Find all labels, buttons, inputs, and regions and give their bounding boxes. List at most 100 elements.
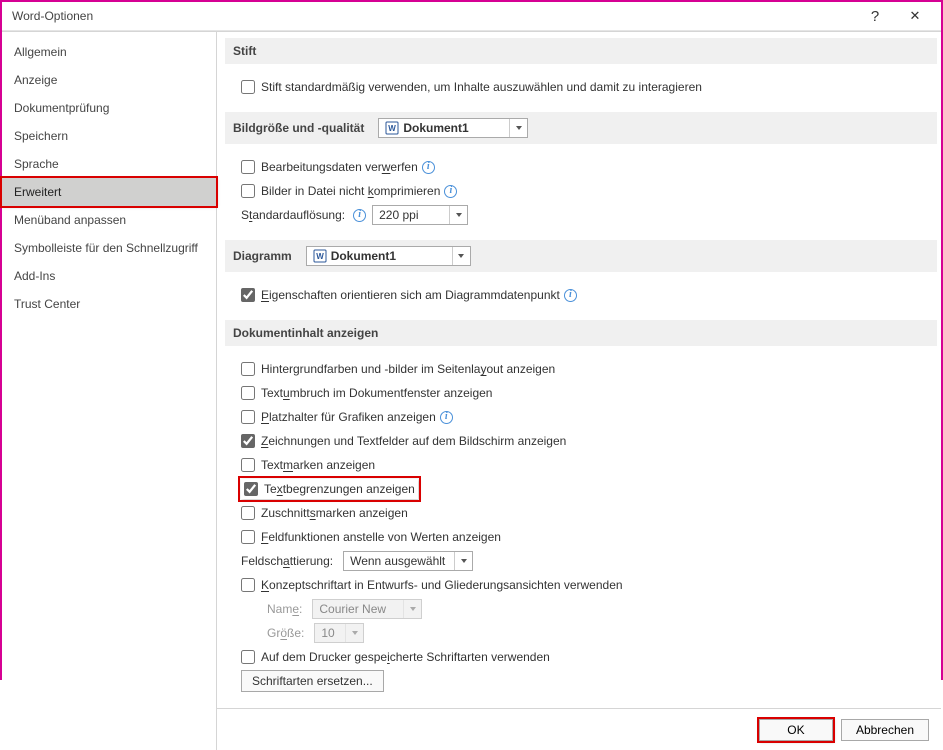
svg-text:W: W xyxy=(389,124,397,133)
checkbox-chart-props-label: Eigenschaften orientieren sich am Diagra… xyxy=(261,288,560,302)
close-button[interactable]: ✕ xyxy=(895,2,935,30)
section-bild-body: Bearbeitungsdaten verwerfen i Bilder in … xyxy=(225,144,937,238)
checkbox-draftfont[interactable]: Konzeptschriftart in Entwurfs- und Glied… xyxy=(241,578,623,592)
sidebar-item-erweitert[interactable]: Erweitert xyxy=(2,178,216,206)
checkbox-no-compress[interactable]: Bilder in Datei nicht komprimieren xyxy=(241,184,440,198)
chart-target-doc-select[interactable]: W Dokument1 xyxy=(306,246,471,266)
checkbox-fieldcodes-label: Feldfunktionen anstelle von Werten anzei… xyxy=(261,530,501,544)
fontsize-label: Größe: xyxy=(267,626,304,640)
sidebar-item-sprache[interactable]: Sprache xyxy=(2,150,216,178)
chevron-down-icon xyxy=(403,600,421,618)
help-button[interactable]: ? xyxy=(855,2,895,30)
dialog-footer: OK Abbrechen xyxy=(217,708,941,750)
info-icon[interactable]: i xyxy=(422,161,435,174)
chevron-down-icon xyxy=(454,552,472,570)
checkbox-bookmarks-label: Textmarken anzeigen xyxy=(261,458,375,472)
chevron-down-icon xyxy=(345,624,363,642)
section-dokinhalt-body: Hintergrundfarben und -bilder im Seitenl… xyxy=(225,346,937,704)
section-dokinhalt-header: Dokumentinhalt anzeigen xyxy=(225,320,937,346)
checkbox-use-pen[interactable]: Stift standardmäßig verwenden, um Inhalt… xyxy=(241,80,702,94)
checkbox-draftfont-input[interactable] xyxy=(241,578,255,592)
checkbox-wrap-input[interactable] xyxy=(241,386,255,400)
sidebar-item-dokumentpruefung[interactable]: Dokumentprüfung xyxy=(2,94,216,122)
section-bild-title: Bildgröße und -qualität xyxy=(233,121,364,135)
checkbox-fieldcodes[interactable]: Feldfunktionen anstelle von Werten anzei… xyxy=(241,530,501,544)
checkbox-bookmarks[interactable]: Textmarken anzeigen xyxy=(241,458,375,472)
fontsize-select: 10 xyxy=(314,623,364,643)
resolution-label: Standardauflösung: xyxy=(241,208,345,222)
checkbox-wrap[interactable]: Textumbruch im Dokumentfenster anzeigen xyxy=(241,386,492,400)
chevron-down-icon xyxy=(452,247,470,265)
checkbox-use-pen-input[interactable] xyxy=(241,80,255,94)
checkbox-cropmarks[interactable]: Zuschnittsmarken anzeigen xyxy=(241,506,408,520)
sidebar-item-trustcenter[interactable]: Trust Center xyxy=(2,290,216,318)
checkbox-no-compress-input[interactable] xyxy=(241,184,255,198)
window-title: Word-Optionen xyxy=(12,9,855,23)
replace-fonts-button[interactable]: Schriftarten ersetzen... xyxy=(241,670,384,692)
checkbox-printerfonts-input[interactable] xyxy=(241,650,255,664)
checkbox-bookmarks-input[interactable] xyxy=(241,458,255,472)
section-bild-header: Bildgröße und -qualität W Dokument1 xyxy=(225,112,937,144)
checkbox-fieldcodes-input[interactable] xyxy=(241,530,255,544)
checkbox-drawings-label: Zeichnungen und Textfelder auf dem Bilds… xyxy=(261,434,566,448)
ok-button[interactable]: OK xyxy=(759,719,833,741)
titlebar: Word-Optionen ? ✕ xyxy=(2,2,941,31)
replace-fonts-button-label: Schriftarten ersetzen... xyxy=(252,674,373,688)
chevron-down-icon xyxy=(509,119,527,137)
checkbox-printerfonts[interactable]: Auf dem Drucker gespeicherte Schriftarte… xyxy=(241,650,550,664)
checkbox-drawings-input[interactable] xyxy=(241,434,255,448)
checkbox-discard-edit-input[interactable] xyxy=(241,160,255,174)
info-icon[interactable]: i xyxy=(353,209,366,222)
section-diagramm-title: Diagramm xyxy=(233,249,292,263)
fontsize-value: 10 xyxy=(321,626,345,640)
section-stift-body: Stift standardmäßig verwenden, um Inhalt… xyxy=(225,64,937,110)
cancel-button[interactable]: Abbrechen xyxy=(841,719,929,741)
checkbox-placeholders-input[interactable] xyxy=(241,410,255,424)
checkbox-no-compress-label: Bilder in Datei nicht komprimieren xyxy=(261,184,440,198)
fontname-select: Courier New xyxy=(312,599,422,619)
sidebar-item-anzeige[interactable]: Anzeige xyxy=(2,66,216,94)
checkbox-use-pen-label: Stift standardmäßig verwenden, um Inhalt… xyxy=(261,80,702,94)
dialog-body: Allgemein Anzeige Dokumentprüfung Speich… xyxy=(2,31,941,750)
checkbox-bg-colors-input[interactable] xyxy=(241,362,255,376)
main-panel: Stift Stift standardmäßig verwenden, um … xyxy=(217,32,941,750)
info-icon[interactable]: i xyxy=(440,411,453,424)
sidebar-item-schnellzugriff[interactable]: Symbolleiste für den Schnellzugriff xyxy=(2,234,216,262)
info-icon[interactable]: i xyxy=(444,185,457,198)
image-target-doc-value: Dokument1 xyxy=(403,121,509,135)
chevron-down-icon xyxy=(449,206,467,224)
sidebar-item-menueband[interactable]: Menüband anpassen xyxy=(2,206,216,234)
fieldshading-value: Wenn ausgewählt xyxy=(350,554,454,568)
resolution-value: 220 ppi xyxy=(379,208,449,222)
checkbox-cropmarks-input[interactable] xyxy=(241,506,255,520)
fieldshading-select[interactable]: Wenn ausgewählt xyxy=(343,551,473,571)
checkbox-printerfonts-label: Auf dem Drucker gespeicherte Schriftarte… xyxy=(261,650,550,664)
image-target-doc-select[interactable]: W Dokument1 xyxy=(378,118,528,138)
word-options-window: Word-Optionen ? ✕ Allgemein Anzeige Doku… xyxy=(0,0,943,680)
options-scrollpane[interactable]: Stift Stift standardmäßig verwenden, um … xyxy=(217,32,941,708)
resolution-select[interactable]: 220 ppi xyxy=(372,205,468,225)
info-icon[interactable]: i xyxy=(564,289,577,302)
fontname-value: Courier New xyxy=(319,602,403,616)
checkbox-bg-colors[interactable]: Hintergrundfarben und -bilder im Seitenl… xyxy=(241,362,555,376)
sidebar-item-allgemein[interactable]: Allgemein xyxy=(2,38,216,66)
chart-target-doc-value: Dokument1 xyxy=(331,249,452,263)
close-icon: ✕ xyxy=(910,8,921,24)
checkbox-drawings[interactable]: Zeichnungen und Textfelder auf dem Bilds… xyxy=(241,434,566,448)
checkbox-discard-edit[interactable]: Bearbeitungsdaten verwerfen xyxy=(241,160,418,174)
word-doc-icon: W xyxy=(313,249,327,263)
checkbox-cropmarks-label: Zuschnittsmarken anzeigen xyxy=(261,506,408,520)
checkbox-placeholders-label: Platzhalter für Grafiken anzeigen xyxy=(261,410,436,424)
checkbox-chart-props-input[interactable] xyxy=(241,288,255,302)
sidebar: Allgemein Anzeige Dokumentprüfung Speich… xyxy=(2,32,217,750)
svg-text:W: W xyxy=(316,252,324,261)
fieldshading-label: Feldschattierung: xyxy=(241,554,333,568)
sidebar-item-speichern[interactable]: Speichern xyxy=(2,122,216,150)
checkbox-textboundaries-input[interactable] xyxy=(244,482,258,496)
sidebar-item-addins[interactable]: Add-Ins xyxy=(2,262,216,290)
word-doc-icon: W xyxy=(385,121,399,135)
checkbox-placeholders[interactable]: Platzhalter für Grafiken anzeigen xyxy=(241,410,436,424)
checkbox-chart-props[interactable]: Eigenschaften orientieren sich am Diagra… xyxy=(241,288,560,302)
checkbox-textboundaries-highlight: Textbegrenzungen anzeigen xyxy=(241,479,418,499)
checkbox-textboundaries[interactable]: Textbegrenzungen anzeigen xyxy=(244,482,415,496)
